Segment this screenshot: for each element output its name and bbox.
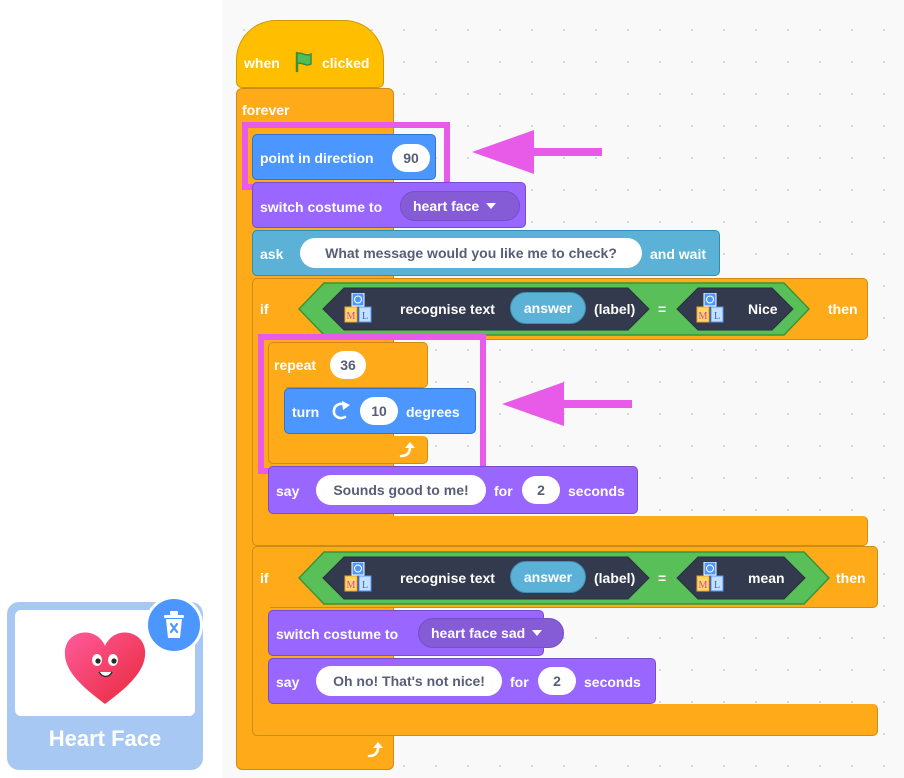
say-seconds-input-1[interactable]: 2 <box>522 476 560 504</box>
say-seconds-input-2[interactable]: 2 <box>538 667 576 695</box>
delete-sprite-button[interactable] <box>145 596 203 654</box>
highlight-box-repeat <box>258 334 486 474</box>
svg-text:M: M <box>699 580 708 591</box>
chevron-down-icon <box>532 630 543 636</box>
say-label-2: say <box>276 674 300 690</box>
sprite-name-label: Heart Face <box>48 726 162 751</box>
forever-loop-arrow-icon <box>367 742 383 758</box>
svg-text:L: L <box>362 580 368 591</box>
forever-label: forever <box>242 102 290 118</box>
say-label-1: say <box>276 483 300 499</box>
then-1-label: then <box>828 301 858 317</box>
then-2-label: then <box>836 570 866 586</box>
label-suffix-1: (label) <box>594 301 636 317</box>
sprite-card[interactable]: Heart Face <box>7 596 203 770</box>
heart-face-sprite-image <box>64 632 146 704</box>
costume-dropdown-2[interactable]: heart face sad <box>418 618 564 648</box>
ml-icon: M L <box>344 562 372 592</box>
say-text-input-2[interactable]: Oh no! That's not nice! <box>316 666 502 696</box>
equals-sign-2: = <box>658 570 667 586</box>
ml-icon: M L <box>696 293 724 323</box>
arrow-pointer-2-icon <box>502 382 632 426</box>
switch-costume-label: switch costume to <box>260 199 383 215</box>
switch-costume-label-2: switch costume to <box>276 626 399 642</box>
svg-text:L: L <box>714 311 720 322</box>
ml-value-1: Nice <box>748 301 778 317</box>
say-text-input-1[interactable]: Sounds good to me! <box>316 475 486 505</box>
arrow-pointer-1-icon <box>472 130 602 174</box>
if-1-bottom <box>252 516 868 546</box>
ask-label: ask <box>260 246 284 262</box>
and-wait-label: and wait <box>650 246 707 262</box>
answer-reporter-1[interactable]: answer <box>510 292 586 324</box>
trash-icon <box>164 611 184 638</box>
if-2-bottom <box>252 704 878 736</box>
ml-icon: M L <box>696 562 724 592</box>
label-suffix-2: (label) <box>594 570 636 586</box>
say-for-label-2: for <box>510 674 529 690</box>
green-flag-icon <box>295 51 312 73</box>
highlight-box-point <box>242 122 450 190</box>
svg-text:M: M <box>699 311 708 322</box>
recognise-text-label-2: recognise text <box>400 570 495 586</box>
svg-text:M: M <box>347 580 356 591</box>
chevron-down-icon <box>486 203 497 209</box>
svg-text:L: L <box>714 580 720 591</box>
if-1-label: if <box>260 301 269 317</box>
costume-dropdown-label-2: heart face sad <box>431 625 526 641</box>
if-2-label: if <box>260 570 269 586</box>
recognise-text-label-1: recognise text <box>400 301 495 317</box>
costume-dropdown-label: heart face <box>413 198 480 214</box>
ml-value-2: mean <box>748 570 785 586</box>
code-workspace[interactable]: when clicked forever point in direction … <box>222 0 904 778</box>
seconds-label-1: seconds <box>568 483 625 499</box>
ml-icon: M L <box>344 293 372 323</box>
costume-dropdown[interactable]: heart face <box>400 191 520 221</box>
hat-label-clicked: clicked <box>322 55 370 71</box>
question-input[interactable]: What message would you like me to check? <box>300 238 642 268</box>
svg-text:M: M <box>347 311 356 322</box>
seconds-label-2: seconds <box>584 674 641 690</box>
say-for-label-1: for <box>494 483 513 499</box>
svg-text:L: L <box>362 311 368 322</box>
answer-reporter-2[interactable]: answer <box>510 561 586 593</box>
equals-sign-1: = <box>658 301 667 317</box>
hat-label-when: when <box>244 55 280 71</box>
